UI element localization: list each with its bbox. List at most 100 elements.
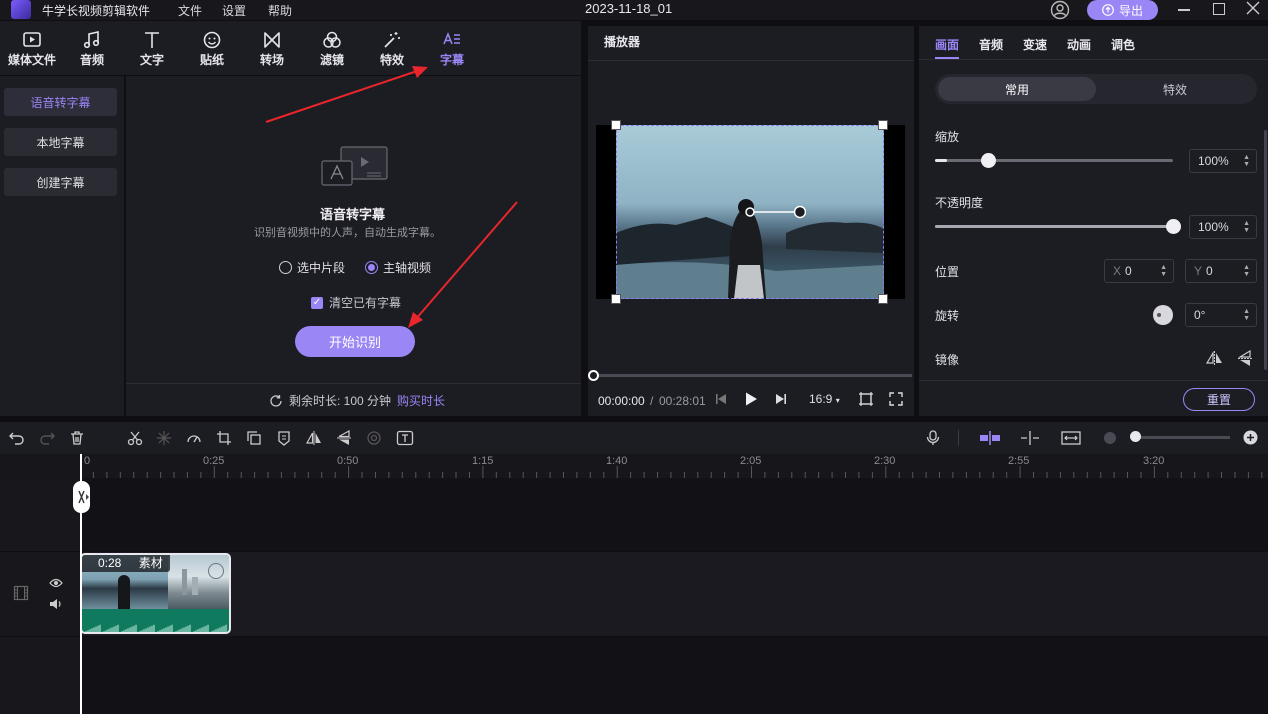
play-icon[interactable] [743, 391, 759, 407]
menu-file[interactable]: 文件 [178, 2, 202, 19]
stepper-icon[interactable]: ▲ ▼ [1243, 154, 1250, 168]
freeze-icon[interactable] [156, 430, 172, 446]
scale-input[interactable]: 100% ▲ ▼ [1189, 149, 1257, 173]
segment-effects[interactable]: 特效 [1096, 77, 1254, 101]
fullscreen-icon[interactable] [889, 392, 903, 406]
buy-duration-link[interactable]: 购买时长 [397, 392, 445, 409]
scale-slider[interactable] [935, 159, 1173, 162]
pos-x-label: X [1113, 264, 1122, 278]
stepper-icon[interactable]: ▲ ▼ [1160, 264, 1167, 278]
resize-handle-br[interactable] [878, 294, 888, 304]
playhead-handle[interactable] [73, 481, 90, 513]
prev-frame-icon[interactable] [714, 392, 728, 406]
undo-icon[interactable] [9, 430, 25, 446]
zoom-in-icon[interactable] [1243, 430, 1258, 445]
ruler-ticks [80, 466, 1263, 478]
eye-icon[interactable] [49, 577, 63, 589]
reset-button[interactable]: 重置 [1183, 388, 1255, 411]
nav-create-subtitle[interactable]: 创建字幕 [4, 168, 117, 196]
remaining-label: 剩余时长: 100 分钟 [289, 394, 392, 408]
zoom-out-icon[interactable] [1104, 432, 1116, 444]
user-account-icon[interactable] [1050, 0, 1070, 20]
ruler-label: 1:15 [472, 455, 494, 467]
stepper-icon[interactable]: ▲ ▼ [1243, 264, 1250, 278]
rotate-handle[interactable] [744, 205, 806, 219]
title-bar: 牛学长视频剪辑软件 文件 设置 帮助 2023-11-18_01 导出 [0, 0, 1268, 20]
segment-common[interactable]: 常用 [938, 77, 1096, 101]
speaker-icon[interactable] [49, 598, 63, 610]
opacity-slider[interactable] [935, 225, 1173, 228]
export-button[interactable]: 导出 [1087, 0, 1158, 20]
close-icon[interactable] [1246, 1, 1260, 15]
next-frame-icon[interactable] [774, 392, 788, 406]
empty-track[interactable] [0, 637, 1268, 714]
marker-icon[interactable] [276, 430, 292, 446]
tab-speed[interactable]: 变速 [1023, 36, 1047, 53]
arrow-to-subtitle-tab [265, 69, 421, 123]
ruler-label: 1:40 [606, 455, 628, 467]
position-x-input[interactable]: X 0 ▲ ▼ [1104, 259, 1174, 283]
stepper-icon[interactable]: ▲ ▼ [1243, 220, 1250, 234]
zoom-slider[interactable] [1135, 436, 1230, 439]
text-track[interactable] [0, 478, 1268, 551]
minimize-icon[interactable] [1178, 9, 1190, 11]
crop-fit-icon[interactable] [858, 391, 874, 407]
rotation-input[interactable]: 0° ▲ ▼ [1185, 303, 1257, 327]
redo-icon[interactable] [39, 430, 55, 446]
zoom-knob[interactable] [1130, 431, 1141, 442]
maximize-icon[interactable] [1213, 3, 1225, 15]
tab-text[interactable]: 文字 [122, 21, 182, 75]
ruler-label: 3:20 [1143, 455, 1165, 467]
aspect-ratio-select[interactable]: 16:9 ▾ [809, 392, 840, 406]
opacity-fill [935, 225, 1173, 228]
menu-help[interactable]: 帮助 [268, 2, 292, 19]
tab-prop-audio[interactable]: 音频 [979, 36, 1003, 53]
playback-progress[interactable] [594, 374, 912, 377]
menu-settings[interactable]: 设置 [222, 2, 246, 19]
tab-animation[interactable]: 动画 [1067, 36, 1091, 53]
rotation-dial[interactable] [1153, 305, 1173, 325]
nav-speech-to-subtitle[interactable]: 语音转字幕 [4, 88, 117, 116]
flip-horizontal-icon[interactable] [1206, 350, 1223, 366]
position-y-input[interactable]: Y 0 ▲ ▼ [1185, 259, 1257, 283]
time-separator: / [650, 394, 654, 408]
subtitle-icon [443, 31, 460, 45]
video-clip[interactable]: 0:28 素材 [80, 553, 231, 634]
opacity-label: 不透明度 [935, 196, 984, 210]
tab-audio[interactable]: 音频 [62, 21, 122, 75]
resize-handle-tr[interactable] [878, 120, 888, 130]
nav-local-subtitle[interactable]: 本地字幕 [4, 128, 117, 156]
scale-fill [935, 159, 947, 162]
stepper-icon[interactable]: ▲ ▼ [1243, 308, 1250, 322]
resize-handle-tl[interactable] [611, 120, 621, 130]
props-scrollbar[interactable] [1264, 130, 1267, 370]
speed-icon[interactable] [186, 430, 202, 446]
clip-thumbnail-2 [168, 555, 229, 609]
refresh-icon[interactable] [269, 394, 283, 408]
clip-badge: 0:28 素材 [82, 555, 170, 572]
copy-icon[interactable] [246, 430, 262, 446]
delete-icon[interactable] [69, 430, 85, 446]
opacity-input[interactable]: 100% ▲ ▼ [1189, 215, 1257, 239]
flip-icon[interactable] [336, 430, 352, 446]
flip-vertical-icon[interactable] [1237, 350, 1253, 367]
split-track-icon[interactable] [1020, 430, 1040, 446]
mirror-icon[interactable] [306, 430, 322, 446]
fit-timeline-icon[interactable] [1061, 430, 1081, 446]
opacity-knob[interactable] [1165, 219, 1181, 234]
resize-handle-bl[interactable] [611, 294, 621, 304]
add-text-icon[interactable] [396, 429, 414, 446]
position-label: 位置 [935, 265, 960, 279]
tab-picture[interactable]: 画面 [935, 36, 959, 53]
scissors-icon [78, 490, 89, 504]
playback-scrubber[interactable] [588, 370, 599, 381]
rotate-icon[interactable] [366, 430, 382, 446]
microphone-icon[interactable] [926, 430, 940, 446]
snap-icon[interactable] [979, 430, 1001, 446]
tab-media[interactable]: 媒体文件 [2, 21, 62, 75]
crop-icon[interactable] [216, 430, 232, 446]
ruler-label: 2:30 [874, 455, 896, 467]
tab-sticker[interactable]: 贴纸 [182, 21, 242, 75]
tab-color[interactable]: 调色 [1111, 36, 1135, 53]
split-icon[interactable] [127, 430, 143, 446]
